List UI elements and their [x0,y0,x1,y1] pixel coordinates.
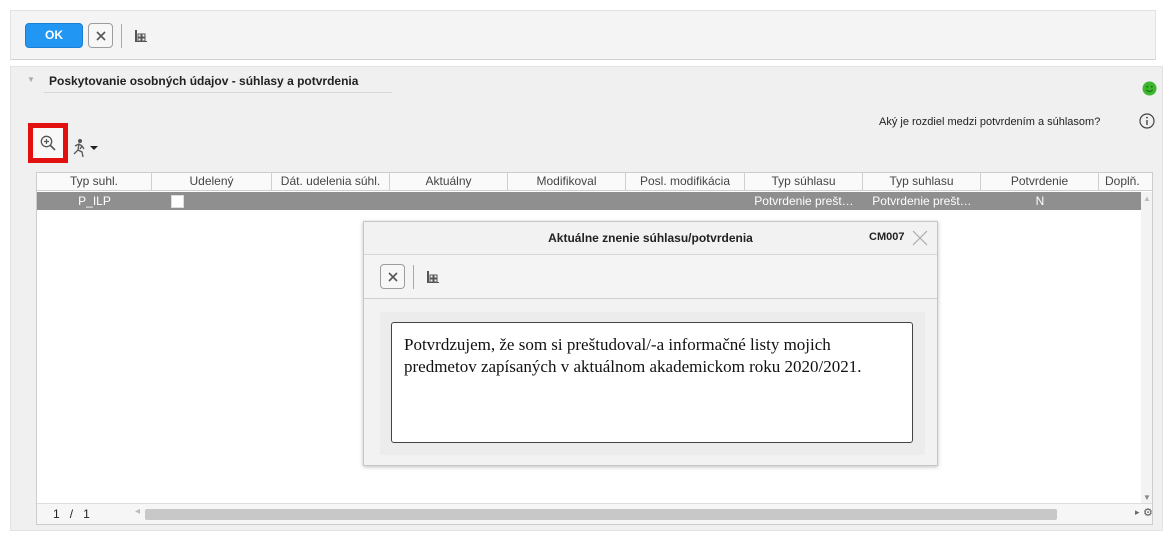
col-doplnit[interactable]: Doplň. [1099,173,1152,191]
collapse-toggle-icon[interactable]: ▼ [27,75,35,84]
table-footer: 1 / 1 ◂ ▸ ⚙ [37,503,1153,524]
col-udeleny[interactable]: Udelený [152,173,272,191]
toolbar-separator [121,24,122,48]
col-aktualny[interactable]: Aktuálny [390,173,508,191]
main-toolbar: OK [10,10,1156,60]
cell-typ-suhlasu-2: Potvrdenie prešt… [872,194,972,208]
zoom-in-icon [40,135,56,151]
col-typ-suhlasu[interactable]: Typ súhlasu [745,173,863,191]
scroll-down-icon[interactable]: ▼ [1143,493,1151,502]
cell-typ-suhl: P_ILP [78,194,111,208]
dialog-cancel-button[interactable] [380,264,405,289]
table-header: Typ suhl. Udelený Dát. udelenia súhl. Ak… [37,173,1152,191]
columns-button[interactable] [131,26,151,46]
dialog-body: Potvrdzujem, že som si preštudoval/-a in… [380,312,925,455]
scroll-left-icon[interactable]: ◂ [135,506,140,517]
col-potvrdenie[interactable]: Potvrdenie [981,173,1099,191]
dialog-toolbar [364,254,937,299]
close-icon[interactable] [912,230,928,246]
vertical-scrollbar[interactable]: ▲ ▼ [1141,192,1152,504]
scroll-right-icon[interactable]: ▸ [1135,507,1140,518]
cell-potvrdenie: N [1035,194,1045,208]
cell-aktualny [390,192,508,210]
dialog-columns-button[interactable] [423,267,443,287]
cancel-button[interactable] [88,23,113,48]
cell-doplnit [1099,192,1141,210]
close-icon [387,271,398,282]
consent-text: Potvrdzujem, že som si preštudoval/-a in… [391,322,913,443]
table-row[interactable]: P_ILP Potvrdenie prešt… Potvrdenie prešt… [37,192,1141,210]
close-icon [95,30,106,41]
horizontal-scrollbar[interactable] [145,509,1057,520]
udeleny-checkbox[interactable] [170,195,184,209]
zoom-button[interactable] [28,123,68,163]
columns-icon [135,30,147,42]
col-dat-udelenia[interactable]: Dát. udelenia súhl. [272,173,390,191]
col-typ-suhlasu-2[interactable]: Typ suhlasu [863,173,981,191]
dialog-code: CM007 [869,231,905,243]
ok-button[interactable]: OK [25,23,83,48]
columns-icon [427,271,439,283]
pager: 1 / 1 [53,507,90,521]
page-separator: / [69,507,74,521]
gear-icon[interactable]: ⚙ [1143,506,1153,519]
scroll-up-icon[interactable]: ▲ [1143,194,1151,203]
title-underline [44,92,392,93]
col-typ-suhl[interactable]: Typ suhl. [37,173,152,191]
page-total: 1 [83,507,90,521]
consent-text-dialog: Aktuálne znenie súhlasu/potvrdenia CM007… [363,221,938,466]
cell-typ-suhlasu: Potvrdenie prešt… [754,194,854,208]
page-current[interactable]: 1 [53,507,60,521]
panel-title: Poskytovanie osobných údajov - súhlasy a… [49,74,359,88]
cell-posl-modifikacia [626,192,745,210]
col-modifikoval[interactable]: Modifikoval [508,173,626,191]
dialog-title: Aktuálne znenie súhlasu/potvrdenia [548,231,753,245]
run-icon[interactable] [69,137,103,159]
info-icon[interactable] [1139,113,1155,129]
smiley-icon [1142,81,1157,96]
cell-modifikoval [508,192,626,210]
help-link[interactable]: Aký je rozdiel medzi potvrdením a súhlas… [879,116,1100,128]
cell-udeleny [152,192,272,210]
toolbar-separator [413,265,414,289]
col-posl-modifikacia[interactable]: Posl. modifikácia [626,173,745,191]
cell-dat-udelenia [272,192,390,210]
